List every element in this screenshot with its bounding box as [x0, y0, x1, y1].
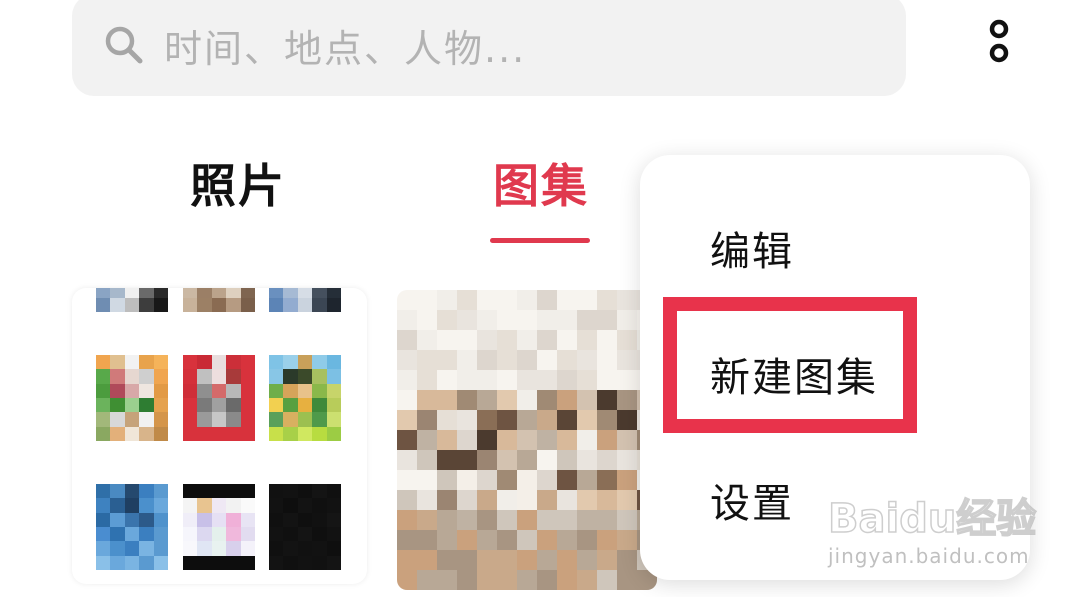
- album-thumbnail: [269, 288, 341, 312]
- album-thumbnail: [183, 288, 255, 312]
- album-thumbnail: [269, 484, 341, 570]
- album-thumbnail: [96, 484, 168, 570]
- album-thumbnail: [96, 355, 168, 441]
- gallery-screen: 时间、地点、人物... 照片 图集 编辑 新建图集 设置 Baidu经验 jin…: [0, 0, 1080, 597]
- more-vertical-icon: [987, 17, 1011, 71]
- watermark-brand: Baidu经验: [827, 495, 1037, 543]
- menu-item-settings[interactable]: 设置: [710, 471, 794, 529]
- highlight-box: [663, 297, 917, 433]
- album-thumbnail: [183, 355, 255, 441]
- tab-albums[interactable]: 图集: [493, 150, 589, 216]
- tab-photos[interactable]: 照片: [190, 150, 286, 216]
- watermark: Baidu经验 jingyan.baidu.com: [827, 486, 1038, 576]
- album-thumbnail: [96, 288, 168, 312]
- search-placeholder: 时间、地点、人物...: [164, 26, 527, 71]
- album-cover[interactable]: [72, 288, 367, 584]
- search-icon: [102, 23, 146, 67]
- search-bar[interactable]: 时间、地点、人物...: [72, 0, 906, 96]
- album-cover-photo[interactable]: [397, 290, 657, 590]
- watermark-url: jingyan.baidu.com: [828, 544, 1030, 568]
- album-thumbnail: [269, 355, 341, 441]
- more-options-button[interactable]: [974, 14, 1024, 74]
- active-tab-indicator: [490, 238, 590, 243]
- album-thumbnail: [183, 484, 255, 570]
- menu-item-edit[interactable]: 编辑: [710, 219, 794, 277]
